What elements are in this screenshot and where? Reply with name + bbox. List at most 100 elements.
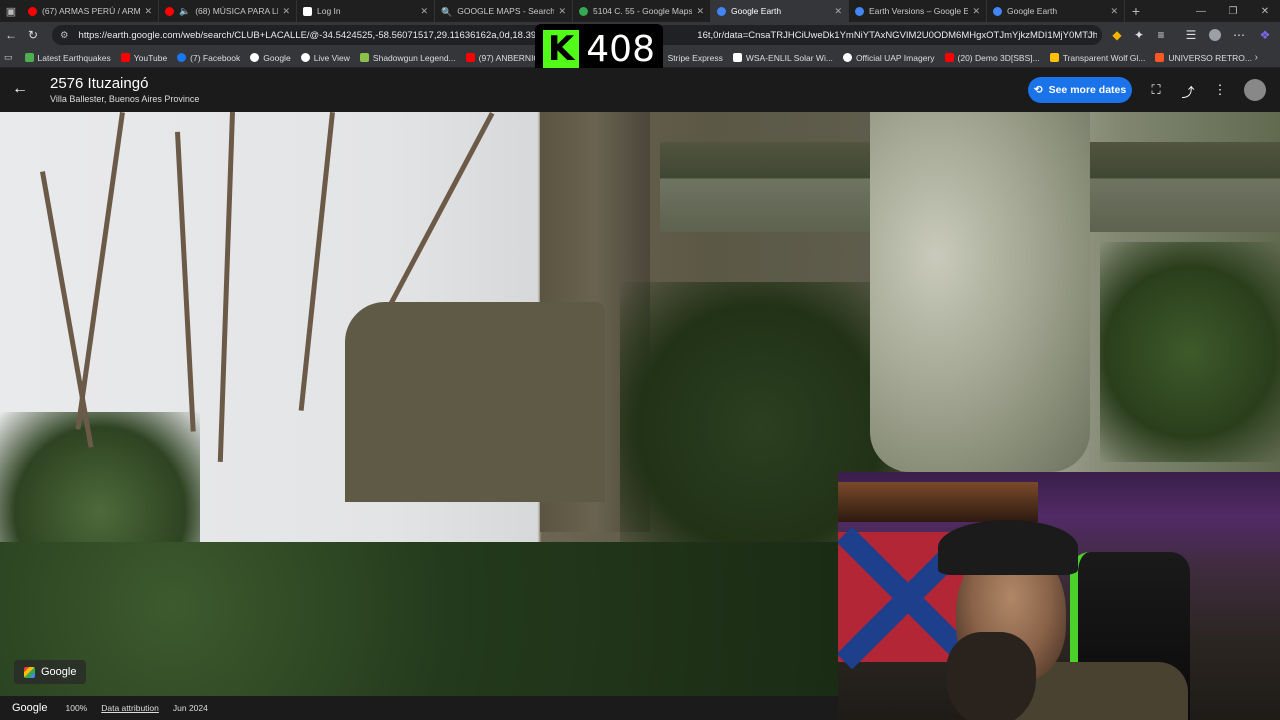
site-info-icon[interactable]: ⚙ [60, 30, 69, 41]
bookmark-universo-retro[interactable]: UNIVERSO RETRO... [1155, 53, 1252, 63]
uap-icon [842, 53, 852, 62]
back-arrow-icon[interactable]: ← [12, 80, 28, 98]
bookmark-label: (97) ANBERNIC [478, 52, 540, 63]
favorites-icon[interactable]: ☰ [1180, 24, 1202, 46]
bookmark-live-view[interactable]: Live View [300, 52, 350, 63]
tab-musica[interactable]: 🔈 (68) MÚSICA PARA LE ✕ [159, 0, 297, 22]
bookmark-label: Live View [313, 52, 350, 63]
close-tab-icon[interactable]: ✕ [834, 6, 842, 17]
more-menu-icon[interactable]: ⋯ [1228, 24, 1250, 46]
youtube-icon [944, 53, 954, 62]
foliage [1100, 242, 1280, 462]
bookmark-stripe[interactable]: Stripe Express [668, 53, 723, 63]
tab-title: (67) ARMAS PERÚ / ARMAS [42, 6, 141, 16]
extension-icon[interactable]: ◆ [1106, 24, 1128, 46]
close-tab-icon[interactable]: ✕ [1110, 6, 1118, 17]
bookmark-facebook[interactable]: (7) Facebook [177, 53, 240, 63]
history-icon: ⟲ [1033, 84, 1043, 96]
bookmark-transparent-wolf[interactable]: Transparent Wolf Gl... [1049, 52, 1146, 63]
bookmark-anbernic[interactable]: (97) ANBERNIC [465, 52, 540, 63]
concrete-wall [345, 302, 605, 502]
tab-google-earth[interactable]: Google Earth ✕ [987, 0, 1125, 22]
tab-google-earth-active[interactable]: Google Earth ✕ [711, 0, 849, 22]
extensions-puzzle-icon[interactable]: ✦ [1128, 24, 1150, 46]
bookmark-google[interactable]: Google [250, 53, 291, 63]
kick-logo: K [543, 29, 579, 69]
menu-lines-icon[interactable]: ≡ [1150, 24, 1172, 46]
page-icon [303, 6, 312, 16]
bookmark-label: Transparent Wolf Gl... [1062, 52, 1146, 63]
zoom-level: 100% [65, 703, 88, 713]
google-badge-label: Google [41, 666, 77, 678]
see-more-dates-label: See more dates [1048, 84, 1127, 96]
tab-title: Log In [317, 6, 341, 16]
bookmark-youtube[interactable]: YouTube [120, 53, 167, 63]
game-icon [359, 53, 369, 62]
tab-title: (68) MÚSICA PARA LE [195, 6, 279, 16]
earth-streetview-header: ← 2576 Ituzaingó Villa Ballester, Buenos… [0, 68, 1280, 112]
tab-log-in[interactable]: Log In ✕ [297, 0, 435, 22]
tab-google-maps-search[interactable]: 🔍 GOOGLE MAPS - Search ✕ [435, 0, 573, 22]
tab-title: 5104 C. 55 - Google Maps [593, 6, 693, 16]
tree-branch [175, 131, 196, 432]
speaker-icon[interactable]: 🔈 [179, 6, 190, 17]
bookmark-label: Shadowgun Legend... [372, 52, 456, 63]
streamer-webcam [838, 472, 1280, 720]
data-attribution-link[interactable]: Data attribution [101, 703, 159, 713]
close-tab-icon[interactable]: ✕ [144, 6, 152, 17]
kick-viewer-overlay: K 408 [535, 24, 663, 74]
tab-google-maps[interactable]: 5104 C. 55 - Google Maps ✕ [573, 0, 711, 22]
bookmark-label: Stripe Express [667, 52, 723, 63]
see-more-dates-button[interactable]: ⟲ See more dates [1028, 77, 1132, 103]
close-tab-icon[interactable]: ✕ [696, 6, 704, 17]
maximize-icon[interactable]: ❐ [1218, 0, 1248, 22]
bookmark-shadowgun[interactable]: Shadowgun Legend... [359, 52, 456, 63]
fullscreen-icon[interactable]: ⛶ [1148, 82, 1164, 98]
close-tab-icon[interactable]: ✕ [558, 6, 566, 17]
bookmark-label: Official UAP Imagery [855, 52, 935, 63]
bookmark-label: (7) Facebook [190, 52, 241, 63]
earth-icon [855, 6, 864, 16]
tab-armas-peru[interactable]: (67) ARMAS PERÚ / ARMAS ✕ [22, 0, 159, 22]
bookmark-demo-3d[interactable]: (20) Demo 3D[SBS]... [944, 53, 1040, 63]
google-badge[interactable]: Google [14, 660, 87, 684]
browser-tab-bar: ▣ (67) ARMAS PERÚ / ARMAS ✕ 🔈 (68) MÚSIC… [0, 0, 1280, 22]
close-tab-icon[interactable]: ✕ [282, 6, 290, 17]
google-logo: Google [12, 702, 48, 714]
more-vert-icon[interactable]: ⋮ [1212, 82, 1228, 98]
youtube-icon [120, 53, 130, 62]
close-tab-icon[interactable]: ✕ [972, 6, 980, 17]
bookmarks-menu-icon[interactable]: ▭ [4, 52, 13, 63]
tab-title: GOOGLE MAPS - Search [457, 6, 555, 16]
back-icon[interactable]: ← [0, 24, 22, 46]
profile-icon[interactable] [1204, 24, 1226, 46]
account-avatar[interactable] [1244, 79, 1266, 101]
tab-earth-versions[interactable]: Earth Versions – Google Ea ✕ [849, 0, 987, 22]
new-tab-icon[interactable]: + [1125, 0, 1147, 22]
star-icon[interactable]: ☆ [1085, 30, 1094, 41]
bookmark-label: WSA-ENLIL Solar Wi... [745, 52, 833, 63]
bookmark-wsa-enlil[interactable]: WSA-ENLIL Solar Wi... [732, 52, 833, 63]
bookmark-latest-earthquakes[interactable]: Latest Earthquakes [24, 53, 111, 63]
bookmark-label: UNIVERSO RETRO... [1168, 52, 1252, 63]
place-subtitle: Villa Ballester, Buenos Aires Province [50, 94, 200, 104]
tab-actions-icon[interactable]: ▣ [0, 0, 22, 22]
place-title: 2576 Ituzaingó [50, 75, 149, 92]
hedge [0, 542, 860, 696]
viewer-count: 408 [586, 28, 655, 70]
reload-icon[interactable]: ↻ [22, 24, 44, 46]
tab-title: Google Earth [731, 6, 782, 16]
close-window-icon[interactable]: ✕ [1250, 0, 1280, 22]
google-photos-icon [24, 666, 35, 678]
youtube-icon [28, 6, 37, 16]
url-text-tail: 16t,0r/data=CnsaTRJHCiUweDk1YmNiYTAxNGVI… [697, 29, 1098, 41]
solar-icon [732, 53, 742, 62]
maps-pin-icon [579, 6, 588, 16]
share-icon[interactable]: ⤴ [1180, 82, 1196, 101]
search-icon: 🔍 [441, 6, 453, 17]
more-bookmarks-icon[interactable]: › [1255, 52, 1258, 63]
bookmark-uap[interactable]: Official UAP Imagery [842, 52, 935, 63]
minimize-icon[interactable]: — [1186, 0, 1216, 22]
close-tab-icon[interactable]: ✕ [420, 6, 428, 17]
copilot-icon[interactable]: ❖ [1254, 24, 1276, 46]
